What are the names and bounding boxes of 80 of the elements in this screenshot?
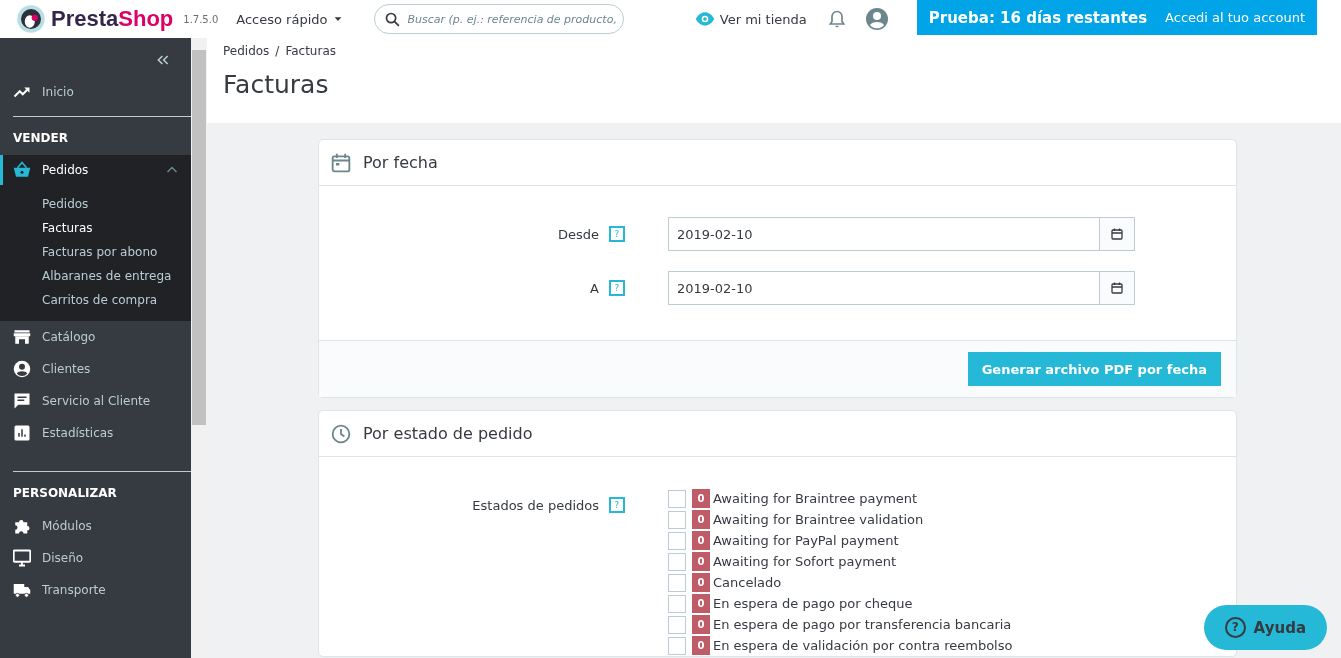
field-label: Desde (557, 226, 599, 242)
date-field[interactable]: 2019-02-10 (668, 217, 1100, 251)
search-icon (384, 11, 402, 28)
help-icon: ? (1224, 617, 1246, 638)
checkbox[interactable] (668, 594, 686, 613)
sidebar-item[interactable]: Módulos (0, 510, 191, 542)
checkbox[interactable] (668, 552, 686, 571)
quick-access-menu[interactable]: Acceso rápido (232, 7, 348, 31)
user-icon[interactable] (864, 7, 889, 31)
user-icon (13, 360, 31, 378)
status-label: En espera de pago por transferencia bancaria (713, 617, 1012, 632)
status-label: En espera de validación por contra reembolso (713, 638, 1013, 653)
count-badge: 0 (692, 573, 710, 592)
submenu-item[interactable]: Pedidos (42, 193, 191, 217)
calendar-icon (1111, 282, 1123, 294)
panel-title: Por estado de pedido (363, 424, 533, 443)
checkbox[interactable] (668, 573, 686, 592)
status-label: En espera de pago por cheque (713, 596, 913, 611)
logo-icon[interactable] (16, 4, 46, 34)
chat-icon (13, 392, 31, 410)
puzzle-icon (13, 517, 31, 535)
help-button[interactable]: ? Ayuda (1203, 605, 1327, 650)
calendar-button[interactable] (1100, 271, 1135, 305)
calendar-icon (331, 152, 351, 173)
scrollbar[interactable] (191, 38, 207, 658)
section-heading: PERSONALIZAR (12, 486, 118, 502)
sidebar-item[interactable]: Inicio (0, 76, 191, 108)
version-label: 1.7.5.0 (183, 13, 219, 25)
truck-icon (13, 581, 31, 599)
view-store-link[interactable]: Ver mi tienda (694, 9, 807, 29)
count-badge: 0 (692, 510, 710, 529)
sidebar-item[interactable]: Catálogo (0, 321, 191, 353)
checkbox[interactable] (668, 489, 686, 508)
trial-text: Prueba: 16 días restantes (928, 8, 1148, 27)
field-label: A (590, 280, 599, 296)
sidebar-item[interactable]: Clientes (0, 353, 191, 385)
monitor-icon (13, 549, 31, 567)
sidebar-item[interactable]: Servicio al Cliente (0, 385, 191, 417)
count-badge: 0 (692, 636, 710, 655)
count-badge: 0 (692, 531, 710, 550)
checkbox[interactable] (668, 636, 686, 655)
submenu-item[interactable]: Facturas (42, 217, 191, 241)
submenu-item[interactable]: Carritos de compra (42, 289, 191, 313)
eye-icon (694, 9, 715, 29)
count-badge: 0 (692, 552, 710, 571)
date-field[interactable]: 2019-02-10 (668, 271, 1100, 305)
bell-icon[interactable] (826, 9, 847, 29)
panel-title: Por fecha (363, 153, 438, 172)
basket-icon (13, 161, 31, 179)
status-label: Awaiting for PayPal payment (713, 533, 899, 548)
calendar-button[interactable] (1100, 217, 1135, 251)
logo-wordmark[interactable]: PrestaShop (51, 6, 174, 32)
breadcrumb-link[interactable]: Pedidos (223, 44, 270, 58)
count-badge: 0 (692, 615, 710, 634)
caret-icon (333, 14, 344, 24)
submenu-item[interactable]: Albaranes de entrega (42, 265, 191, 289)
checkbox[interactable] (668, 531, 686, 550)
chart-icon (13, 424, 31, 442)
status-label: Awaiting for Sofort payment (713, 554, 897, 569)
breadcrumb-link[interactable]: Facturas (285, 44, 336, 58)
section-heading: VENDER (12, 131, 69, 147)
sidebar-item[interactable]: Estadísticas (0, 417, 191, 449)
sidebar-item[interactable]: Transporte (0, 574, 191, 606)
checkbox[interactable] (668, 615, 686, 634)
search-field[interactable]: Buscar (p. ej.: referencia de producto, (374, 4, 625, 34)
clock-icon (331, 423, 351, 444)
double-chevron-icon[interactable] (156, 53, 170, 67)
calendar-icon (1111, 228, 1123, 240)
checkbox[interactable] (668, 510, 686, 529)
status-label: Awaiting for Braintree payment (713, 491, 918, 506)
field-label: Estados de pedidos (472, 497, 599, 513)
count-badge: 0 (692, 489, 710, 508)
status-label: Awaiting for Braintree validation (713, 512, 924, 527)
count-badge: 0 (692, 594, 710, 613)
status-label: Cancelado (713, 575, 782, 590)
page-title: Facturas (223, 70, 330, 99)
store-icon (13, 328, 31, 346)
submenu-item[interactable]: Facturas por abono (42, 241, 191, 265)
sidebar-item[interactable]: Diseño (0, 542, 191, 574)
breadcrumb-separator: / (275, 44, 280, 58)
